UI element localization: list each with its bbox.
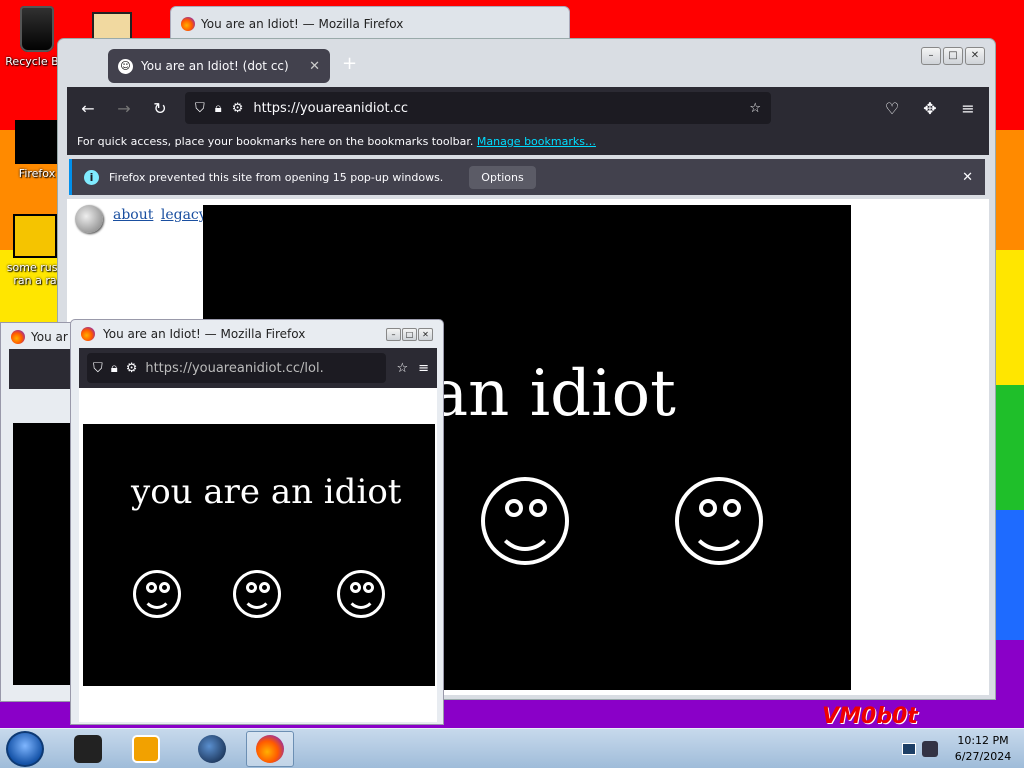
url-bar[interactable]: ⛉ 🔒︎ ⚙ https://youareanidiot.cc ☆	[185, 92, 771, 124]
system-tray: 10:12 PM 6/27/2024	[902, 729, 1024, 768]
popup-blocked-notification: i Firefox prevented this site from openi…	[69, 159, 985, 195]
file-icon	[13, 214, 57, 258]
idiot-banner	[83, 424, 435, 686]
manage-bookmarks-link[interactable]: Manage bookmarks…	[477, 135, 596, 148]
tab-title: You are an Idiot! (dot cc)	[141, 59, 289, 73]
url-text[interactable]: https://youareanidiot.cc/lol.	[145, 361, 323, 376]
navigation-toolbar: ← → ↻ ⛉ 🔒︎ ⚙ https://youareanidiot.cc ☆ …	[67, 87, 989, 129]
watermark-text: VM0b0t	[822, 704, 918, 729]
maximize-button[interactable]: □	[402, 327, 417, 341]
lock-icon[interactable]: 🔒︎	[215, 101, 222, 116]
url-text[interactable]: https://youareanidiot.cc	[253, 101, 739, 116]
options-button[interactable]: Options	[469, 165, 536, 189]
reload-icon[interactable]: ↻	[149, 99, 171, 118]
firefox-icon	[81, 327, 95, 341]
forward-arrow-icon[interactable]: →	[113, 99, 135, 118]
window-controls: – □ ✕	[921, 47, 985, 65]
taskbar-item-media[interactable]	[122, 731, 170, 767]
clock[interactable]: 10:12 PM 6/27/2024	[952, 733, 1014, 765]
menu-icon[interactable]: ≡	[957, 99, 979, 118]
minimize-button[interactable]: –	[921, 47, 941, 65]
bookmarks-hint: For quick access, place your bookmarks h…	[77, 135, 474, 148]
taskbar-item-firefox[interactable]	[246, 731, 294, 767]
globe-icon	[198, 735, 226, 763]
idiot-text: you are an idiot	[131, 472, 402, 512]
tab-bar: ☺ You are an Idiot! (dot cc) ✕ + – □ ✕	[58, 39, 995, 87]
smiley-favicon-icon: ☺	[118, 58, 133, 74]
start-button[interactable]	[6, 731, 44, 767]
window-title: You are an Idiot! — Mozilla Firefox	[103, 327, 306, 341]
volume-icon[interactable]	[922, 741, 938, 757]
smiley-icon	[481, 477, 569, 565]
window-title: You are an Idiot! — Mozilla Firefox	[201, 17, 404, 31]
shield-icon[interactable]: ⛉	[195, 101, 205, 116]
pocket-icon[interactable]: ♡	[881, 99, 903, 118]
bookmark-star-icon[interactable]: ☆	[749, 101, 761, 116]
firefox-icon	[181, 17, 195, 31]
desktop: Recycle Bin Firefox some russ ran a ra Y…	[0, 0, 1024, 768]
permissions-icon[interactable]: ⚙	[232, 101, 244, 116]
taskbar: 10:12 PM 6/27/2024	[0, 728, 1024, 768]
shield-icon[interactable]: ⛉	[93, 361, 103, 376]
speaker-icon[interactable]	[75, 205, 103, 233]
bookmark-star-icon[interactable]: ☆	[396, 361, 408, 376]
about-link[interactable]: about	[113, 207, 153, 223]
window-title: You ar	[31, 330, 68, 344]
popup-window-left[interactable]: You ar	[0, 322, 73, 702]
toolbar-right: ♡ ✥ ≡	[881, 99, 979, 118]
info-icon: i	[84, 169, 99, 185]
taskbar-item-browser[interactable]	[188, 731, 236, 767]
media-player-icon	[132, 735, 160, 763]
tab-close-icon[interactable]: ✕	[309, 59, 320, 74]
firefox-icon	[256, 735, 284, 763]
taskbar-item-window[interactable]	[64, 731, 112, 767]
trash-icon	[20, 6, 54, 52]
url-bar[interactable]: ⛉ 🔒︎ ⚙ https://youareanidiot.cc/lol.	[87, 353, 387, 383]
menu-icon[interactable]: ≡	[418, 361, 429, 376]
bookmarks-toolbar: For quick access, place your bookmarks h…	[67, 129, 989, 155]
maximize-button[interactable]: □	[943, 47, 963, 65]
minimize-button[interactable]: –	[386, 327, 401, 341]
desktop-icon-label: some russ ran a ra	[6, 261, 64, 287]
permissions-icon[interactable]: ⚙	[126, 361, 138, 376]
network-icon[interactable]	[902, 743, 916, 755]
desktop-icon-label: Firefox	[18, 167, 56, 180]
smiley-icon	[233, 570, 281, 618]
navigation-toolbar: ⛉ 🔒︎ ⚙ https://youareanidiot.cc/lol. ☆ ≡	[79, 348, 437, 388]
extensions-icon[interactable]: ✥	[919, 99, 941, 118]
close-notification-icon[interactable]: ✕	[962, 170, 973, 185]
lock-icon[interactable]: 🔒︎	[111, 361, 118, 376]
popup-window[interactable]: You are an Idiot! — Mozilla Firefox – □ …	[70, 319, 444, 725]
smiley-icon	[133, 570, 181, 618]
close-button[interactable]: ✕	[418, 327, 433, 341]
notification-text: Firefox prevented this site from opening…	[109, 170, 444, 184]
back-arrow-icon[interactable]: ←	[77, 99, 99, 118]
close-button[interactable]: ✕	[965, 47, 985, 65]
title-bar: You are an Idiot! — Mozilla Firefox – □ …	[71, 320, 443, 348]
navigation-toolbar	[9, 349, 73, 389]
smiley-icon	[675, 477, 763, 565]
firefox-icon	[11, 330, 25, 344]
tab-youareanidiot[interactable]: ☺ You are an Idiot! (dot cc) ✕	[108, 49, 330, 83]
new-tab-icon[interactable]: +	[342, 53, 357, 74]
legacy-link[interactable]: legacy	[161, 207, 207, 223]
page-content: you are an idiot	[79, 388, 437, 722]
firefox-icon	[15, 120, 59, 164]
idiot-banner	[13, 423, 73, 685]
clock-date: 6/27/2024	[954, 750, 1012, 763]
window-icon	[74, 735, 102, 763]
clock-time: 10:12 PM	[957, 734, 1009, 747]
smiley-icon	[337, 570, 385, 618]
